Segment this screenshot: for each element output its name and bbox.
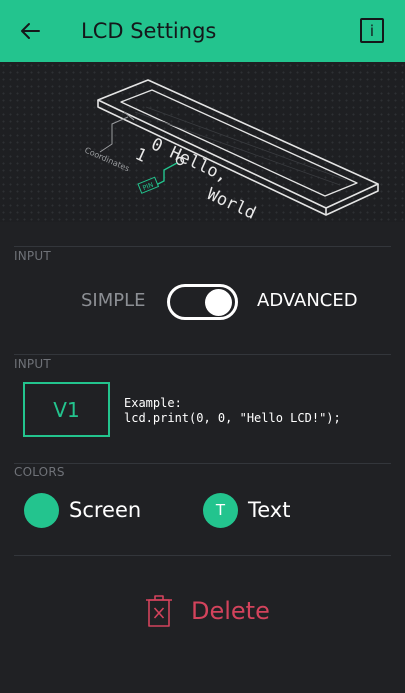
- app-header: LCD Settings i: [0, 0, 405, 62]
- text-color-label: Text: [248, 498, 291, 522]
- lcd-diagram: 0 Hello, 1 World Coordinates PIN: [83, 79, 379, 222]
- screen-color-swatch: [24, 492, 59, 528]
- delete-button[interactable]: Delete: [145, 593, 270, 629]
- lcd-illustration: 0 Hello, 1 World Coordinates PIN: [0, 62, 405, 222]
- trash-icon: [146, 595, 172, 627]
- code-example: Example: lcd.print(0, 0, "Hello LCD!");: [124, 396, 341, 426]
- coordinates-bracket: [99, 116, 129, 153]
- mode-toggle-switch[interactable]: [167, 284, 238, 320]
- toggle-knob: [205, 289, 232, 316]
- lcd-line-2: 1: [132, 144, 150, 166]
- divider: [14, 463, 391, 464]
- example-title: Example:: [124, 396, 182, 410]
- divider: [14, 555, 391, 556]
- text-color-swatch: T: [203, 492, 238, 528]
- input-section-label: INPUT: [14, 357, 51, 371]
- pin-selector[interactable]: V1: [23, 382, 110, 437]
- lcd-line-3: World: [204, 184, 259, 222]
- coordinates-label: Coordinates: [83, 146, 131, 174]
- info-button[interactable]: i: [360, 18, 384, 43]
- arrow-left-icon: [21, 23, 40, 39]
- text-color-picker[interactable]: T Text: [203, 492, 290, 528]
- pin-badge: PIN: [137, 176, 160, 194]
- screen-color-picker[interactable]: Screen: [24, 492, 141, 528]
- colors-section-label: COLORS: [14, 465, 65, 479]
- divider: [14, 246, 391, 247]
- pin-value: V1: [53, 397, 80, 422]
- mode-section-label: INPUT: [14, 249, 51, 263]
- delete-label: Delete: [191, 597, 270, 625]
- info-icon: i: [369, 21, 375, 40]
- example-code: lcd.print(0, 0, "Hello LCD!");: [124, 411, 341, 425]
- screen-color-label: Screen: [69, 498, 142, 522]
- mode-simple-label[interactable]: SIMPLE: [81, 290, 146, 311]
- page-title: LCD Settings: [81, 19, 217, 43]
- back-button[interactable]: [14, 16, 46, 46]
- divider: [14, 354, 391, 355]
- lcd-line-1: 0 Hello,: [148, 134, 231, 186]
- pin-wire: [153, 162, 178, 187]
- mode-advanced-label[interactable]: ADVANCED: [257, 290, 358, 311]
